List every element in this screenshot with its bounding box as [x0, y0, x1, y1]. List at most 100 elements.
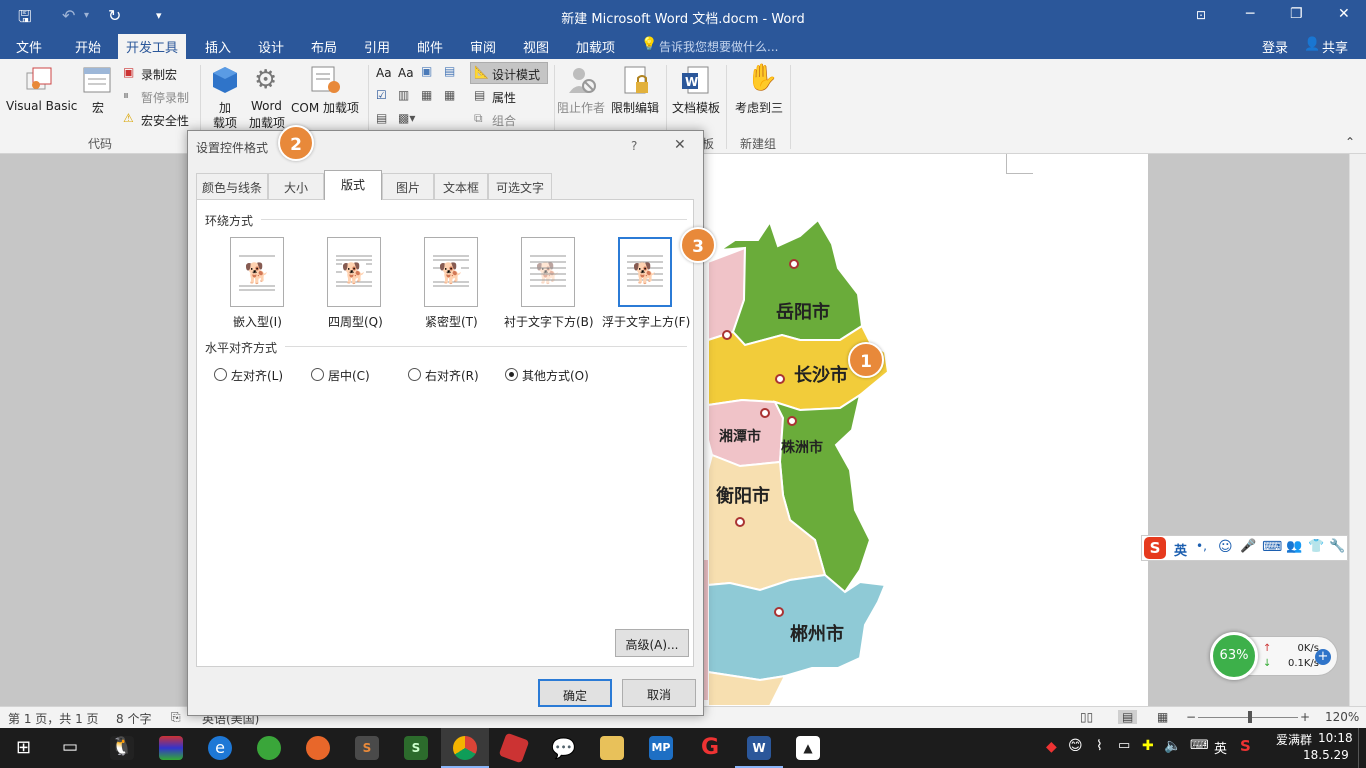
align-other-label[interactable]: 其他方式(O) [522, 367, 589, 384]
zoom-in-icon[interactable]: + [1300, 710, 1310, 724]
building-block-control-icon[interactable]: ▤ [444, 64, 455, 78]
tab-layout[interactable]: 布局 [311, 37, 337, 56]
tray-ime-mode[interactable]: 英 [1214, 738, 1227, 757]
app-g-icon[interactable]: G [698, 736, 722, 760]
tab-view[interactable]: 视图 [523, 37, 549, 56]
word-addins-button-line2[interactable]: 加载项 [249, 114, 285, 131]
file-explorer-icon[interactable] [600, 736, 624, 760]
rich-text-control-icon[interactable]: Aa [376, 66, 392, 80]
microphone-icon[interactable]: 🎤 [1240, 539, 1256, 554]
group-button[interactable]: 组合 [492, 112, 516, 129]
skin-icon[interactable]: 👕 [1308, 539, 1324, 554]
task-view-icon[interactable]: ▭ [62, 737, 78, 757]
tab-alt-text[interactable]: 可选文字 [488, 173, 552, 199]
dropdown-control-icon[interactable]: ▦ [421, 88, 432, 102]
combobox-control-icon[interactable]: ▥ [398, 88, 409, 102]
sublime-icon[interactable]: S [355, 736, 379, 760]
zoom-out-icon[interactable]: − [1186, 710, 1196, 724]
com-addins-button[interactable]: COM 加载项 [291, 99, 359, 116]
ime-mode[interactable]: 英 [1174, 540, 1187, 559]
repeating-section-icon[interactable]: ▤ [376, 111, 387, 125]
tray-app-icon[interactable]: ◆ [1046, 739, 1057, 755]
advanced-button[interactable]: 高级(A)... [615, 629, 689, 657]
tab-review[interactable]: 审阅 [470, 37, 496, 56]
word-icon[interactable]: W [747, 736, 771, 760]
cancel-button[interactable]: 取消 [622, 679, 696, 707]
mp-icon[interactable]: MP [649, 736, 673, 760]
ime-toolbar[interactable]: S 英 •, ☺ 🎤 ⌨ 👥 👕 🔧 [1141, 535, 1348, 561]
tab-size[interactable]: 大小 [268, 173, 324, 199]
tab-addins[interactable]: 加载项 [576, 37, 615, 56]
word-addins-button-line1[interactable]: Word [251, 99, 282, 113]
help-button[interactable]: ? [631, 139, 637, 153]
show-desktop-button[interactable] [1358, 728, 1366, 768]
plain-text-control-icon[interactable]: Aa [398, 66, 414, 80]
firefox-icon[interactable] [306, 736, 330, 760]
qq-icon[interactable]: 🐧 [110, 736, 134, 760]
checkbox-control-icon[interactable]: ☑ [376, 88, 387, 102]
wrap-inline-label[interactable]: 嵌入型(I) [233, 313, 282, 330]
input-indicator-icon[interactable]: ⌨ [1190, 738, 1209, 753]
ribbon-display-options-icon[interactable]: ⊡ [1196, 8, 1206, 22]
tray-emoji-icon[interactable]: 😊 [1068, 738, 1083, 754]
align-center-label[interactable]: 居中(C) [328, 367, 370, 384]
proofing-icon[interactable]: ⎘ [171, 710, 181, 725]
app-s-icon[interactable]: S [404, 736, 428, 760]
wrap-square-label[interactable]: 四周型(Q) [328, 313, 383, 330]
close-icon[interactable]: ✕ [1338, 6, 1350, 22]
ie-icon[interactable]: e [208, 736, 232, 760]
page-count[interactable]: 第 1 页，共 1 页 [8, 710, 99, 727]
sogou-tray-icon[interactable]: S [1240, 737, 1251, 755]
align-right-label[interactable]: 右对齐(R) [425, 367, 479, 384]
word-count[interactable]: 8 个字 [116, 710, 151, 727]
zoom-level[interactable]: 120% [1325, 710, 1359, 724]
align-left-label[interactable]: 左对齐(L) [231, 367, 283, 384]
360-browser-icon[interactable] [257, 736, 281, 760]
wrap-in-front-label[interactable]: 浮于文字上方(F) [602, 313, 690, 330]
restore-icon[interactable]: ❐ [1290, 6, 1303, 22]
align-right-radio[interactable] [408, 368, 421, 381]
wrap-inline-button[interactable]: 🐕 [230, 237, 284, 307]
taskbar-date[interactable]: 18.5.29 [1303, 748, 1349, 762]
winrar-icon[interactable] [159, 736, 183, 760]
wrap-behind-label[interactable]: 衬于文字下方(B) [504, 313, 594, 330]
tab-home[interactable]: 开始 [75, 37, 101, 56]
tab-references[interactable]: 引用 [364, 37, 390, 56]
record-macro-button[interactable]: 录制宏 [141, 66, 177, 83]
volume-icon[interactable]: 🔈 [1164, 738, 1181, 754]
dialog-close-button[interactable]: ✕ [674, 137, 686, 153]
block-authors-button[interactable]: 阻止作者 [557, 99, 605, 116]
plus-icon[interactable]: + [1315, 649, 1331, 665]
minimize-icon[interactable]: ─ [1246, 6, 1254, 22]
wrap-behind-text-button[interactable]: 🐕 [521, 237, 575, 307]
keyboard-icon[interactable]: ⌨ [1262, 539, 1282, 555]
tab-file[interactable]: 文件 [16, 37, 42, 56]
addins-button-line2[interactable]: 载项 [213, 114, 237, 131]
align-left-radio[interactable] [214, 368, 227, 381]
picture-control-icon[interactable]: ▣ [421, 64, 432, 78]
photos-icon[interactable]: ▲ [796, 736, 820, 760]
zoom-slider-thumb[interactable] [1248, 711, 1252, 723]
visual-basic-button[interactable]: Visual Basic [6, 99, 77, 113]
battery-icon[interactable]: ▭ [1118, 738, 1130, 753]
tab-mailings[interactable]: 邮件 [417, 37, 443, 56]
tab-colors-lines[interactable]: 颜色与线条 [196, 173, 268, 199]
tab-textbox[interactable]: 文本框 [434, 173, 488, 199]
taskbar-user[interactable]: 爱满群 [1276, 731, 1312, 748]
tab-insert[interactable]: 插入 [205, 37, 231, 56]
macro-security-button[interactable]: 宏安全性 [141, 112, 189, 129]
punctuation-icon[interactable]: •, [1196, 539, 1207, 553]
legacy-tools-icon[interactable]: ▩▾ [398, 111, 415, 125]
macro-button[interactable]: 宏 [92, 99, 104, 116]
tray-plus-icon[interactable]: ✚ [1142, 738, 1154, 754]
properties-button[interactable]: 属性 [492, 89, 516, 106]
print-layout-icon[interactable]: ▤ [1118, 710, 1138, 724]
collapse-ribbon-icon[interactable]: ⌃ [1345, 135, 1355, 149]
tab-layout[interactable]: 版式 [324, 170, 382, 200]
new-group-button[interactable]: 考虑到三 [735, 99, 783, 116]
emoji-icon[interactable]: ☺ [1218, 539, 1233, 555]
ok-button[interactable]: 确定 [538, 679, 612, 707]
web-layout-icon[interactable]: ▦ [1157, 710, 1168, 724]
vertical-scrollbar[interactable] [1349, 154, 1366, 706]
restrict-editing-button[interactable]: 限制编辑 [611, 99, 659, 116]
